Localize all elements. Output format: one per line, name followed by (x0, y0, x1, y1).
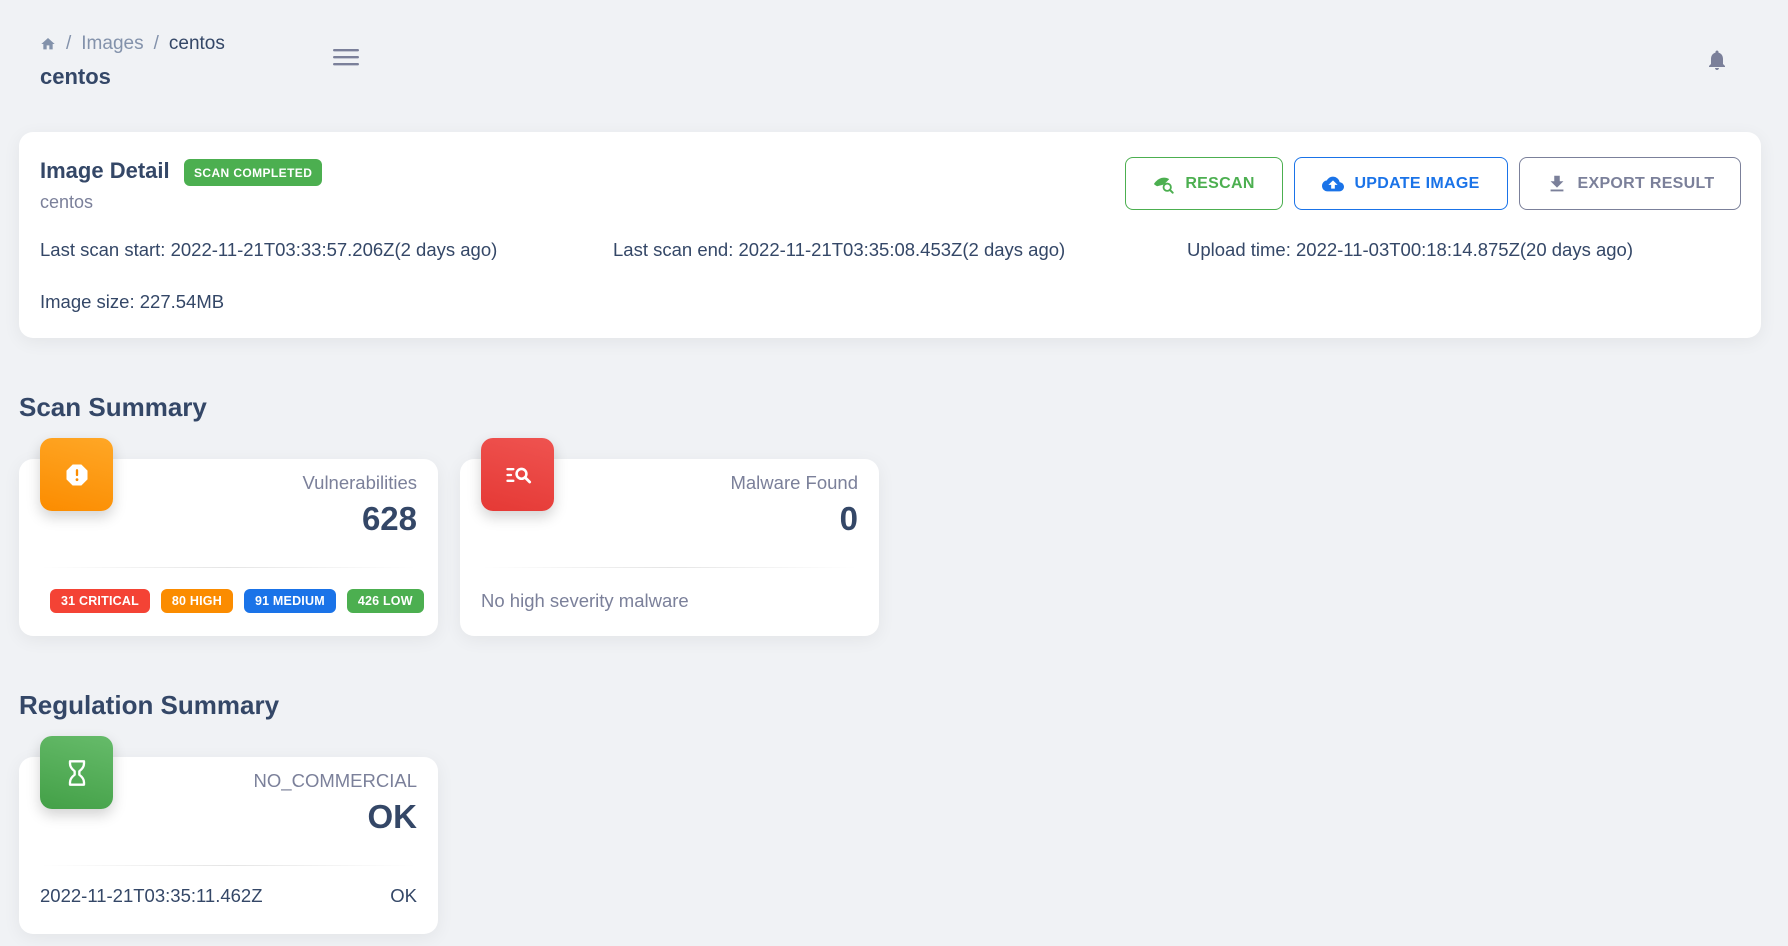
regulation-status: OK (367, 798, 418, 835)
breadcrumb-images-link[interactable]: Images (81, 33, 143, 55)
malware-footer: No high severity malware (481, 590, 689, 611)
menu-icon[interactable] (333, 47, 359, 67)
image-detail-title: Image Detail (40, 158, 170, 183)
severity-badges: 31 CRITICAL 80 HIGH 91 MEDIUM 426 LOW (50, 589, 424, 613)
malware-count: 0 (839, 500, 858, 537)
malware-card[interactable]: Malware Found 0 No high severity malware (460, 438, 879, 636)
download-icon (1550, 175, 1563, 191)
vulnerabilities-label: Vulnerabilities (302, 472, 418, 493)
upload-time: Upload time: 2022-11-03T00:18:14.875Z(20… (1187, 239, 1633, 260)
update-image-label: UPDATE IMAGE (1354, 174, 1480, 192)
regulation-footer: 2022-11-21T03:35:11.462Z OK (40, 885, 417, 907)
malware-label: Malware Found (730, 472, 858, 493)
status-badge: SCAN COMPLETED (184, 159, 323, 186)
low-badge[interactable]: 426 LOW (346, 589, 424, 613)
regulation-label: NO_COMMERCIAL (253, 770, 417, 791)
rescan-button[interactable]: RESCAN (1125, 157, 1283, 210)
regulation-result: OK (390, 885, 417, 906)
divider (40, 865, 417, 866)
page-title: centos (40, 64, 111, 89)
medium-badge[interactable]: 91 MEDIUM (243, 589, 336, 613)
breadcrumb-current: centos (168, 33, 225, 54)
last-scan-end: Last scan end: 2022-11-21T03:35:08.453Z(… (613, 239, 1066, 260)
alert-octagon-icon (40, 438, 113, 511)
vulnerabilities-count: 628 (361, 500, 417, 537)
rescan-label: RESCAN (1185, 174, 1255, 192)
export-result-label: EXPORT RESULT (1577, 174, 1715, 192)
divider (481, 567, 858, 568)
regulation-summary-title: Regulation Summary (19, 690, 280, 720)
regulation-card[interactable]: NO_COMMERCIAL OK 2022-11-21T03:35:11.462… (19, 736, 438, 934)
divider (40, 567, 417, 568)
image-size: Image size: 227.54MB (40, 291, 225, 312)
search-list-icon (481, 438, 554, 511)
hourglass-icon (40, 736, 113, 809)
export-result-button[interactable]: EXPORT RESULT (1519, 157, 1741, 210)
image-detail-card: Image Detail SCAN COMPLETED centos Last … (19, 132, 1761, 338)
image-name: centos (40, 192, 94, 212)
home-icon[interactable] (40, 36, 56, 52)
last-scan-start: Last scan start: 2022-11-21T03:33:57.206… (40, 239, 498, 260)
regulation-timestamp: 2022-11-21T03:35:11.462Z (40, 885, 263, 906)
scan-summary-title: Scan Summary (19, 392, 207, 422)
breadcrumb-separator: / (153, 33, 159, 54)
eye-search-icon (1154, 177, 1175, 194)
breadcrumb-separator: / (66, 33, 72, 54)
vulnerabilities-card[interactable]: Vulnerabilities 628 31 CRITICAL 80 HIGH … (19, 438, 438, 636)
cloud-upload-icon (1322, 176, 1345, 191)
high-badge[interactable]: 80 HIGH (160, 589, 233, 613)
critical-badge[interactable]: 31 CRITICAL (50, 589, 150, 613)
breadcrumb: / Images / centos (40, 33, 225, 55)
update-image-button[interactable]: UPDATE IMAGE (1294, 157, 1508, 210)
bell-icon[interactable] (1705, 47, 1729, 73)
